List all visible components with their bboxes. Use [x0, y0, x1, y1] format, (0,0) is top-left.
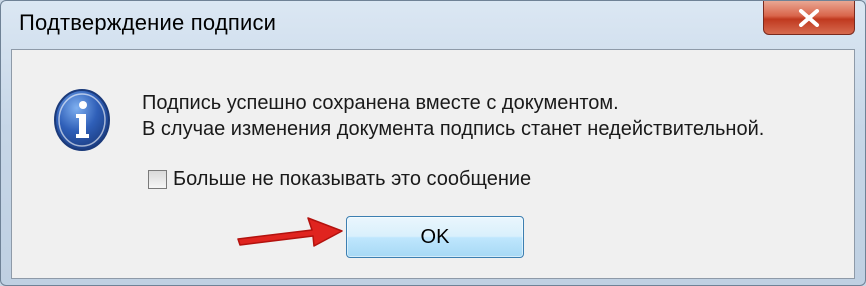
info-icon — [54, 89, 110, 151]
window-title: Подтверждение подписи — [19, 10, 277, 35]
dialog-window: Подтверждение подписи Подпись успешно со… — [0, 0, 866, 286]
close-icon — [799, 8, 819, 27]
message-line-2: В случае изменения документа подпись ста… — [142, 118, 765, 140]
ok-button[interactable]: OK — [346, 216, 524, 258]
dont-show-again-label[interactable]: Больше не показывать это сообщение — [173, 168, 531, 191]
dont-show-again-option[interactable]: Больше не показывать это сообщение — [148, 168, 531, 191]
message-line-1: Подпись успешно сохранена вместе с докум… — [142, 92, 619, 114]
close-button[interactable] — [763, 1, 855, 35]
ok-button-label: OK — [420, 225, 450, 248]
red-arrow-annotation — [237, 217, 343, 247]
dont-show-again-checkbox[interactable] — [148, 170, 167, 189]
dialog-content: Подпись успешно сохранена вместе с докум… — [11, 49, 855, 279]
